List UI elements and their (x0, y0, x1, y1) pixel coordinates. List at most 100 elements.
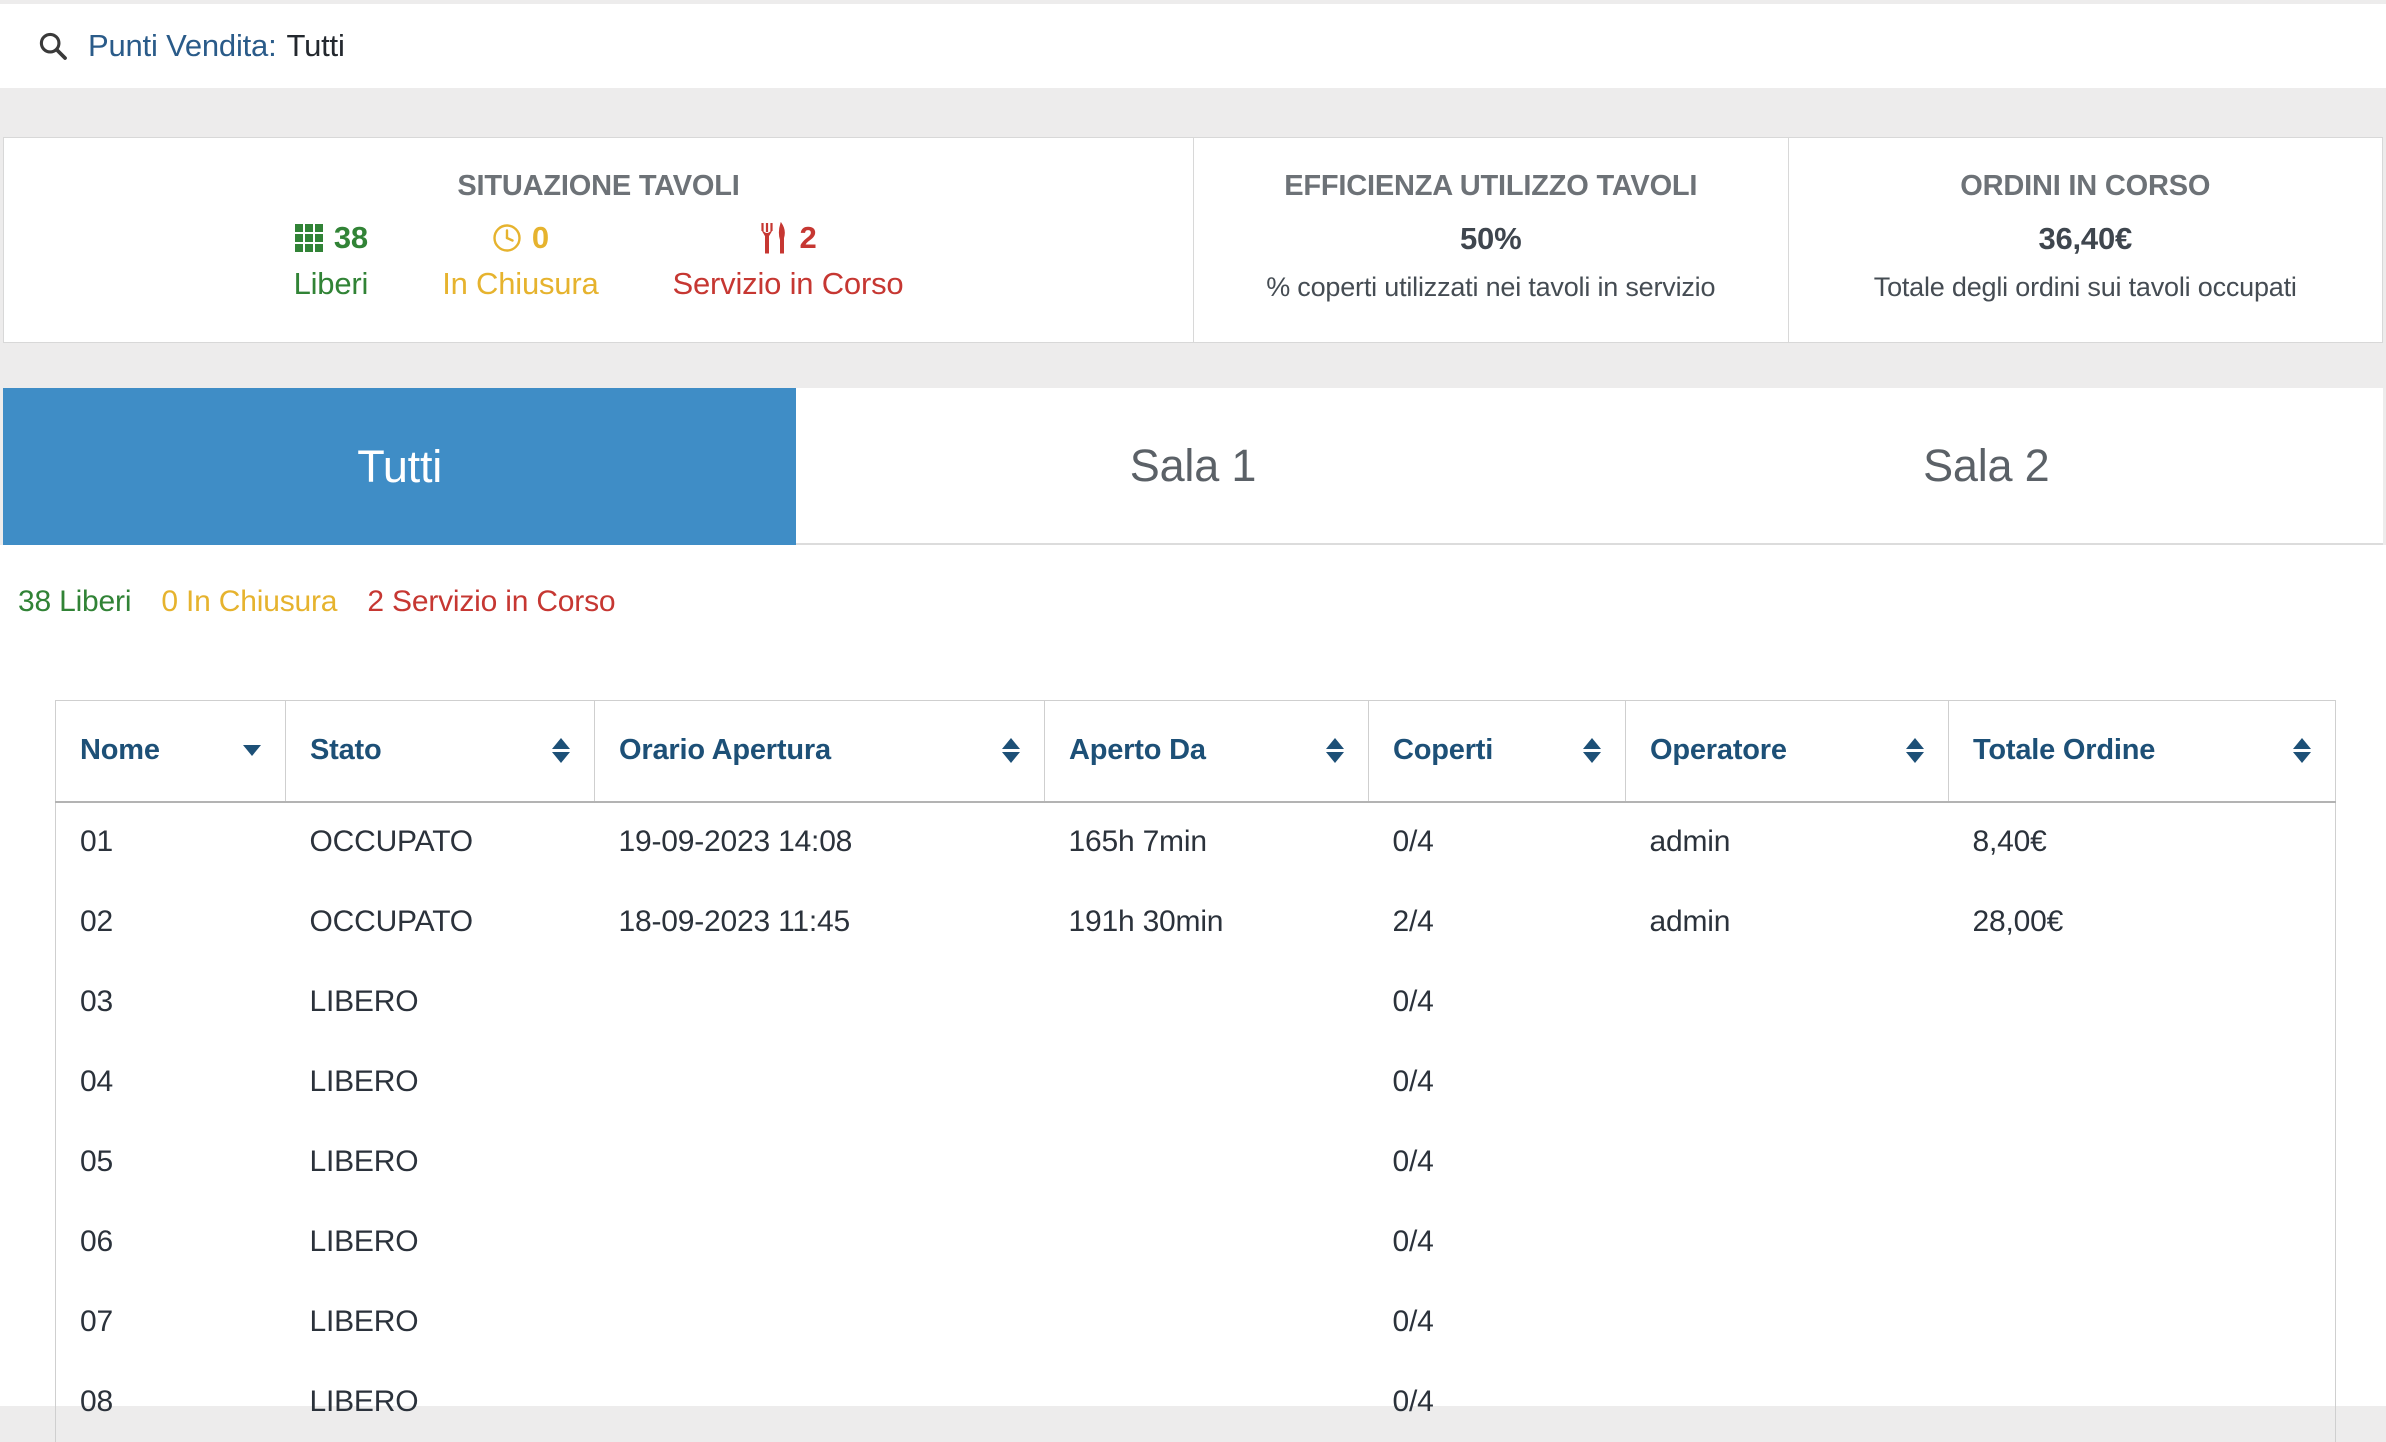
cell-orario (595, 1042, 1045, 1122)
sort-icon (1326, 738, 1344, 764)
cell-stato: OCCUPATO (309, 904, 474, 938)
ordini-subtitle: Totale degli ordini sui tavoli occupati (1873, 272, 2297, 302)
cell-nome: 01 (55, 801, 286, 882)
stat-servizio-value: 2 (799, 220, 817, 255)
stat-in-chiusura-value: 0 (531, 220, 549, 255)
sort-icon (1002, 738, 1020, 764)
table-row[interactable]: 02 OCCUPATO 18-09-2023 11:45 191h 30min … (55, 881, 2336, 962)
cell-aperto-da (1045, 1122, 1369, 1202)
cell-orario: 18-09-2023 11:45 (618, 904, 851, 938)
summary-card: SITUAZIONE TAVOLI 38 Liberi 0 In Chiusur… (3, 137, 2383, 343)
cell-nome: 06 (55, 1201, 286, 1282)
cell-orario (595, 1122, 1045, 1202)
cell-stato: LIBERO (309, 1304, 419, 1338)
cell-operatore (1626, 1122, 1949, 1202)
cell-coperti: 0/4 (1392, 1064, 1434, 1098)
room-tabbar: Tutti Sala 1 Sala 2 (3, 388, 2383, 545)
situazione-title: SITUAZIONE TAVOLI (457, 170, 740, 202)
tab-sala-1[interactable]: Sala 1 (796, 388, 1590, 545)
cell-totale (1948, 1281, 2336, 1362)
status-line: 38 Liberi 0 In Chiusura 2 Servizio in Co… (18, 585, 637, 619)
cell-stato: OCCUPATO (309, 825, 474, 858)
cell-operatore (1626, 1362, 1949, 1442)
table-row[interactable]: 05 LIBERO 0/4 (55, 1121, 2336, 1202)
sort-icon (2293, 738, 2311, 764)
status-liberi: 38 Liberi (18, 585, 132, 618)
cell-totale (1948, 1041, 2336, 1122)
table-row[interactable]: 03 LIBERO 0/4 (55, 961, 2336, 1042)
cell-totale (1948, 1361, 2336, 1442)
col-header-aperto-da[interactable]: Aperto Da (1044, 700, 1369, 803)
cell-aperto-da (1045, 1042, 1369, 1122)
cell-nome: 08 (55, 1361, 286, 1442)
col-header-stato[interactable]: Stato (285, 700, 595, 803)
search-icon (39, 32, 67, 60)
status-in-chiusura: 0 In Chiusura (161, 585, 338, 618)
punti-vendita-label: Punti Vendita: (88, 28, 277, 63)
cell-stato: LIBERO (309, 1224, 419, 1258)
cell-operatore: admin (1649, 904, 1731, 938)
table-row[interactable]: 07 LIBERO 0/4 (55, 1281, 2336, 1362)
situazione-stats: 38 Liberi 0 In Chiusura 2 Servizio in Co… (294, 218, 904, 306)
tab-tutti[interactable]: Tutti (3, 388, 797, 545)
cell-aperto-da: 165h 7min (1068, 825, 1208, 858)
cell-aperto-da (1045, 962, 1369, 1042)
cell-totale (1948, 1201, 2336, 1282)
col-header-operatore[interactable]: Operatore (1625, 700, 1949, 803)
tables-table: Nome Stato Orario Apertura Aperto Da Cop… (55, 700, 2336, 1442)
cell-totale (1948, 961, 2336, 1042)
cell-nome: 04 (55, 1041, 286, 1122)
cell-aperto-da (1045, 1202, 1369, 1282)
tables-content: 38 Liberi 0 In Chiusura 2 Servizio in Co… (0, 545, 2386, 1442)
cell-operatore (1626, 1282, 1949, 1362)
col-header-coperti[interactable]: Coperti (1368, 700, 1626, 803)
situazione-tavoli-panel: SITUAZIONE TAVOLI 38 Liberi 0 In Chiusur… (4, 138, 1193, 342)
table-header-row: Nome Stato Orario Apertura Aperto Da Cop… (55, 700, 2336, 803)
cell-nome: 05 (55, 1121, 286, 1202)
sort-icon (1906, 738, 1924, 764)
cell-coperti: 0/4 (1392, 1224, 1434, 1258)
cell-operatore (1626, 1042, 1949, 1122)
cell-coperti: 0/4 (1392, 984, 1434, 1018)
cell-nome: 07 (55, 1281, 286, 1362)
ordini-title: ORDINI IN CORSO (1960, 170, 2211, 202)
col-header-totale-ordine[interactable]: Totale Ordine (1948, 700, 2336, 803)
status-servizio: 2 Servizio in Corso (367, 585, 616, 618)
stat-liberi: 38 Liberi (294, 218, 369, 306)
col-header-orario-apertura[interactable]: Orario Apertura (594, 700, 1045, 803)
efficienza-title: EFFICIENZA UTILIZZO TAVOLI (1284, 170, 1698, 202)
cell-aperto-da (1045, 1282, 1369, 1362)
sort-icon (552, 738, 570, 764)
cell-aperto-da (1045, 1362, 1369, 1442)
cell-totale: 28,00€ (1948, 881, 2336, 962)
stat-liberi-label: Liberi (293, 266, 369, 301)
efficienza-panel: EFFICIENZA UTILIZZO TAVOLI 50% % coperti… (1193, 138, 1788, 342)
utensils-icon (761, 222, 786, 254)
cell-nome: 03 (55, 961, 286, 1042)
cell-orario (595, 962, 1045, 1042)
cell-orario: 19-09-2023 14:08 (618, 825, 853, 858)
efficienza-value: 50% (1460, 221, 1522, 256)
stat-servizio-label: Servizio in Corso (672, 266, 904, 301)
table-row[interactable]: 01 OCCUPATO 19-09-2023 14:08 165h 7min 0… (55, 801, 2336, 882)
efficienza-subtitle: % coperti utilizzati nei tavoli in servi… (1266, 272, 1716, 302)
cell-operatore (1626, 962, 1949, 1042)
ordini-value: 36,40€ (2038, 221, 2133, 256)
stat-in-chiusura-label: In Chiusura (442, 266, 599, 301)
stat-liberi-value: 38 (333, 220, 368, 255)
cell-operatore: admin (1649, 825, 1731, 858)
cell-totale (1948, 1121, 2336, 1202)
cell-operatore (1626, 1202, 1949, 1282)
clock-icon (493, 224, 521, 252)
cell-aperto-da: 191h 30min (1068, 904, 1224, 938)
table-row[interactable]: 04 LIBERO 0/4 (55, 1041, 2336, 1122)
cell-stato: LIBERO (309, 1384, 419, 1418)
table-row[interactable]: 06 LIBERO 0/4 (55, 1201, 2336, 1282)
punti-vendita-value: Tutti (286, 28, 345, 63)
punti-vendita-filter-bar[interactable]: Punti Vendita: Tutti (0, 4, 2386, 88)
cell-stato: LIBERO (309, 1144, 419, 1178)
tab-sala-2[interactable]: Sala 2 (1589, 388, 2383, 545)
table-row[interactable]: 08 LIBERO 0/4 (55, 1361, 2336, 1442)
col-header-nome[interactable]: Nome (55, 700, 286, 803)
cell-orario (595, 1282, 1045, 1362)
